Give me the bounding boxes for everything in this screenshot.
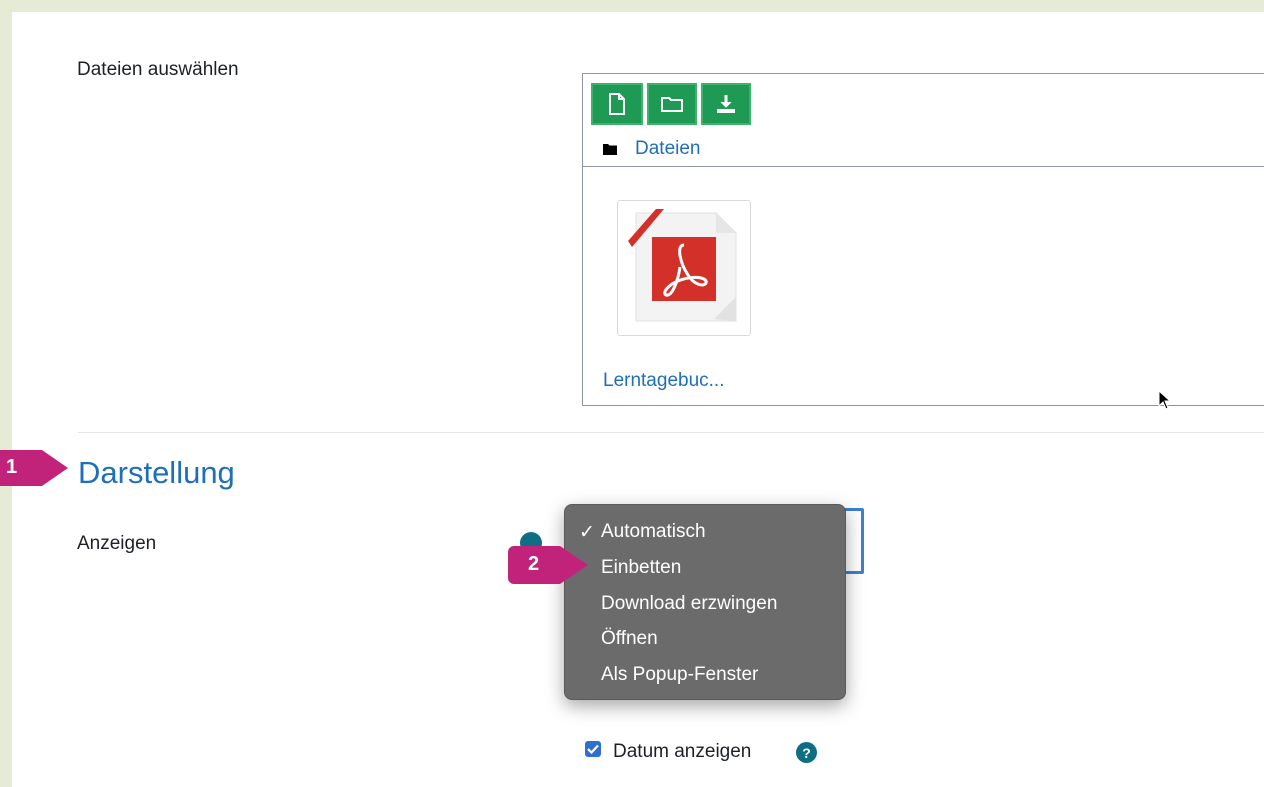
mouse-cursor-icon (1158, 390, 1172, 410)
marker-number: 1 (6, 456, 18, 478)
show-date-label: Datum anzeigen (613, 741, 752, 762)
display-dropdown-menu: ✓ Automatisch Einbetten Download erzwing… (564, 504, 846, 700)
download-icon (717, 95, 735, 113)
show-date-checkbox[interactable] (585, 741, 601, 757)
add-folder-button[interactable] (647, 83, 697, 125)
pdf-file-icon (628, 209, 737, 322)
download-all-button[interactable] (701, 83, 751, 125)
marker-number: 2 (528, 553, 540, 575)
step-marker-2: 2 (504, 544, 590, 586)
marker-arrow-shape (508, 546, 588, 584)
dropdown-option-popup[interactable]: Als Popup-Fenster (601, 664, 758, 686)
dropdown-option-download-erzwingen[interactable]: Download erzwingen (601, 593, 777, 615)
select-files-label: Dateien auswählen (77, 59, 239, 80)
dropdown-option-automatisch[interactable]: Automatisch (601, 521, 706, 543)
checkmark-icon: ✓ (579, 522, 595, 543)
step-marker-1: 1 (0, 448, 70, 488)
file-add-icon (609, 93, 625, 115)
file-manager-toolbar (591, 83, 751, 125)
file-manager: Dateien Lerntagebuc... (582, 73, 1264, 406)
section-title-darstellung[interactable]: Darstellung (78, 455, 235, 491)
folder-add-icon (661, 97, 683, 112)
display-label: Anzeigen (77, 533, 157, 554)
dropdown-option-oeffnen[interactable]: Öffnen (601, 628, 658, 650)
file-manager-divider (583, 166, 1264, 167)
section-divider (78, 432, 1264, 433)
file-thumbnail[interactable] (617, 200, 751, 336)
show-date-help-icon[interactable]: ? (796, 742, 817, 763)
add-file-button[interactable] (591, 83, 643, 125)
file-name-link[interactable]: Lerntagebuc... (603, 370, 724, 392)
check-icon (587, 744, 599, 754)
dropdown-option-einbetten[interactable]: Einbetten (601, 557, 681, 579)
folder-icon (603, 144, 617, 155)
file-path-breadcrumb: Dateien (603, 138, 701, 160)
path-root-link[interactable]: Dateien (635, 138, 701, 160)
